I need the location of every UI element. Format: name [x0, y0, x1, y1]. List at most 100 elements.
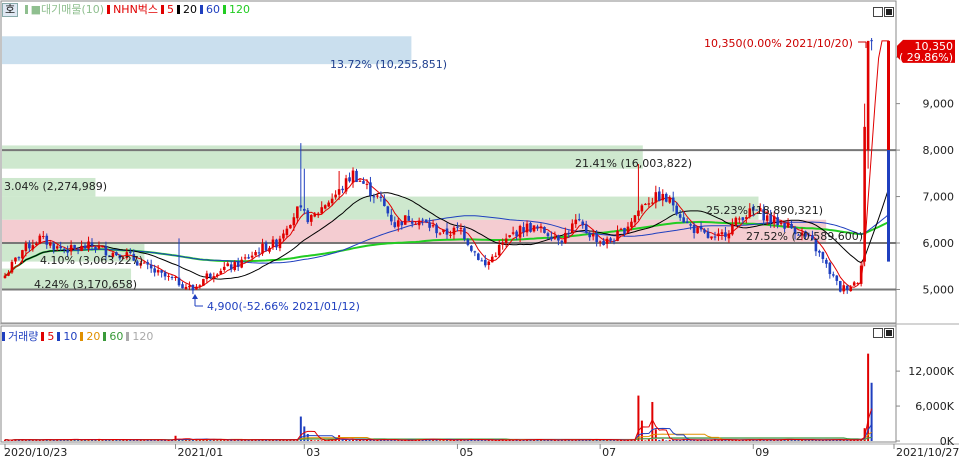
candle-135: [473, 250, 477, 257]
candle-175: [612, 238, 616, 245]
volume-bar-59: [209, 439, 212, 441]
volume-bar-212: [741, 439, 744, 441]
candle-body: [414, 223, 417, 225]
volume-bar-8: [31, 439, 34, 441]
candle-1: [7, 270, 10, 277]
volume-bar-179: [626, 439, 629, 441]
volume-bar-183: [640, 420, 643, 441]
candle-249: [870, 38, 873, 51]
candle-body: [167, 275, 170, 277]
candle-39: [139, 261, 143, 269]
candle-239: [835, 274, 839, 286]
volume-bar-184: [644, 440, 647, 441]
candle-23: [83, 243, 87, 250]
volume-legend-item-2[interactable]: 10: [57, 330, 77, 343]
candle-187: [654, 185, 658, 209]
volume-bar-44: [157, 439, 160, 441]
candle-25: [90, 238, 94, 251]
volume-legend-item-0[interactable]: 거래량: [2, 330, 38, 343]
volume-bar-138: [484, 440, 487, 441]
volume-panel-minimize-button[interactable]: [873, 328, 883, 338]
candle-69: [243, 254, 247, 261]
volume-legend-item-3[interactable]: 20: [80, 330, 100, 343]
volume-bar-195: [682, 439, 685, 441]
volume-legend-item-4[interactable]: 60: [103, 330, 123, 343]
candle-body: [508, 235, 511, 238]
candle-196: [685, 217, 689, 224]
volume-legend-marker-3: [80, 332, 84, 341]
volume-bar-219: [766, 439, 769, 441]
volume-legend-item-1[interactable]: 5: [41, 330, 54, 343]
candle-body: [69, 245, 73, 252]
volume-ma120-line: [4, 437, 872, 441]
volume-bar-153: [536, 439, 539, 441]
candle-227: [793, 225, 797, 240]
price-legend-item-3[interactable]: 20: [177, 3, 197, 16]
candle-215: [751, 204, 755, 217]
price-legend-item-4[interactable]: 60: [200, 3, 220, 16]
candle-241: [842, 281, 846, 295]
volume-profile-bar-3: [2, 196, 759, 220]
candle-body: [341, 188, 344, 191]
price-legend-item-1[interactable]: NHN벅스: [107, 3, 158, 16]
candle-76: [268, 245, 271, 254]
candle-181: [633, 214, 637, 227]
candle-140: [490, 254, 494, 263]
candle-182: [637, 164, 640, 221]
candle-191: [668, 195, 672, 204]
candle-body: [602, 240, 605, 246]
volume-bar-186: [651, 401, 654, 441]
candle-112: [393, 216, 397, 229]
volume-bar-121: [425, 438, 428, 441]
volume-bar-155: [543, 439, 546, 441]
volume-bar-243: [849, 440, 852, 441]
candle-78: [275, 238, 278, 251]
candle-body: [678, 214, 682, 218]
candle-50: [177, 238, 181, 287]
price-legend-item-5[interactable]: 120: [223, 3, 250, 16]
volume-bar-54: [191, 439, 194, 441]
volume-bar-88: [310, 439, 313, 441]
volume-bar-180: [630, 439, 633, 441]
volume-panel-maximize-button[interactable]: [884, 328, 894, 338]
candle-164: [574, 214, 578, 228]
candle-21: [76, 247, 80, 255]
volume-bar-57: [202, 439, 205, 441]
candle-body: [630, 221, 633, 228]
candle-75: [264, 240, 268, 252]
candle-68: [240, 256, 243, 269]
candle-172: [602, 237, 605, 246]
candle-body: [525, 223, 529, 233]
candle-body: [664, 193, 668, 202]
candle-body: [48, 242, 52, 246]
volume-bar-187: [654, 429, 657, 441]
candle-91: [320, 201, 324, 215]
candle-body: [202, 278, 205, 286]
price-legend-item-2[interactable]: 5: [161, 3, 174, 16]
volume-bar-208: [727, 440, 730, 441]
candle-16: [59, 241, 62, 251]
volume-bar-94: [331, 439, 334, 441]
candle-44: [156, 265, 160, 276]
volume-bar-242: [846, 440, 849, 441]
price-panel-maximize-button[interactable]: [884, 7, 894, 17]
candle-body: [438, 233, 442, 235]
x-tick-label-1: 2021/01: [178, 446, 224, 459]
candle-body: [724, 232, 727, 237]
price-panel-minimize-button[interactable]: [873, 7, 883, 17]
volume-bar-124: [435, 439, 438, 441]
volume-legend-item-5[interactable]: 120: [126, 330, 153, 343]
candle-230: [804, 230, 807, 240]
volume-bar-39: [139, 439, 142, 441]
candle-165: [577, 213, 581, 222]
candle-217: [758, 203, 762, 212]
price-legend: 호 ■대기매물(10) NHN벅스 5 20 60 120: [2, 3, 256, 17]
candle-234: [818, 249, 821, 257]
volume-bar-102: [358, 439, 361, 441]
candle-body: [35, 243, 38, 246]
candle-body: [706, 231, 710, 238]
candle-233: [814, 238, 818, 257]
candle-231: [807, 232, 811, 237]
price-legend-item-0[interactable]: ■대기매물(10): [24, 3, 104, 16]
candle-body: [793, 227, 797, 235]
